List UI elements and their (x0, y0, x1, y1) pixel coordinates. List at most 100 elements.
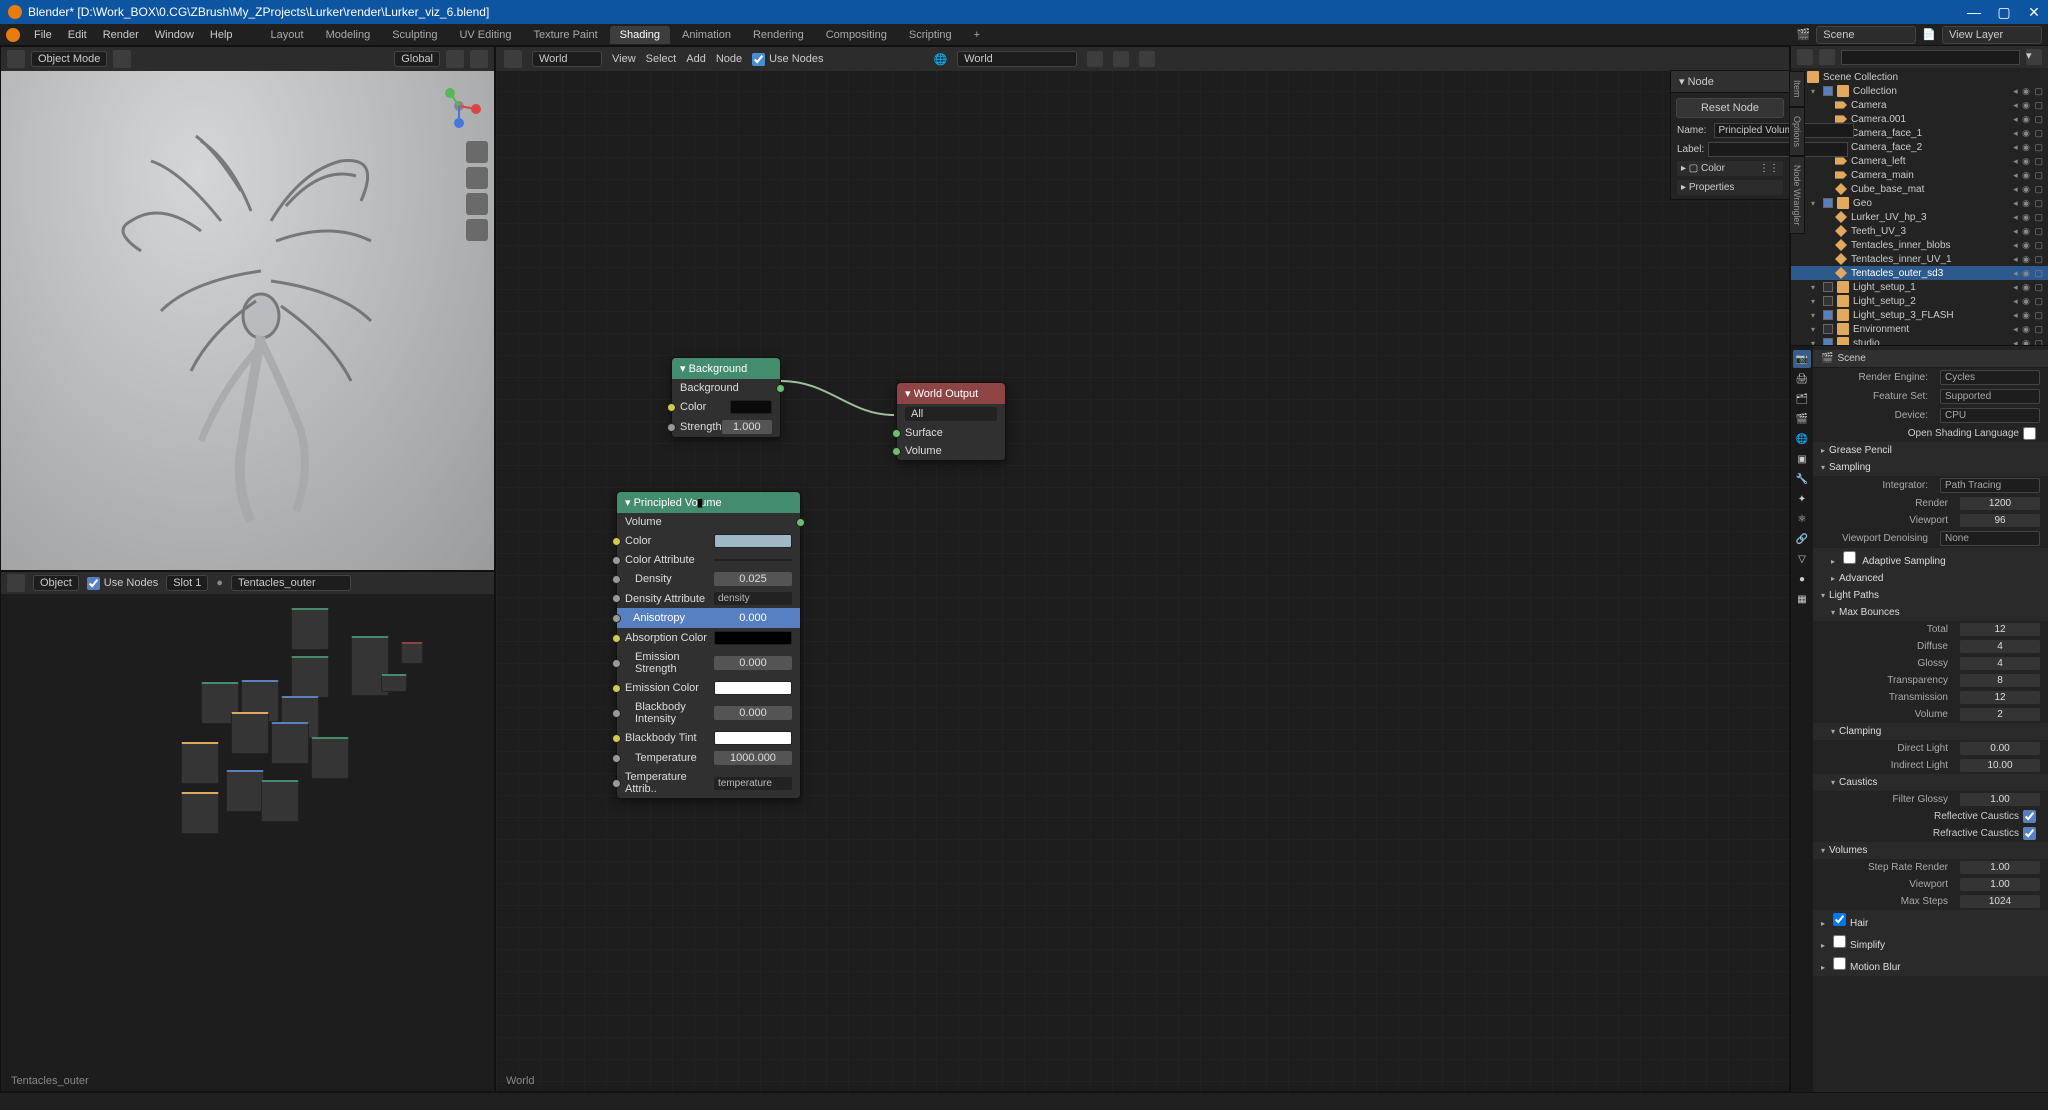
material-tab-icon[interactable]: ● (1793, 570, 1811, 588)
section-hair[interactable]: ▸Hair (1813, 910, 2048, 932)
editor-type-icon[interactable] (1797, 49, 1813, 65)
orientation-dropdown[interactable]: Global (394, 51, 440, 67)
section-clamping[interactable]: ▾Clamping (1813, 723, 2048, 740)
socket-out-icon[interactable] (776, 384, 785, 393)
shader-type-select[interactable]: World (532, 51, 602, 67)
render-tab-icon[interactable]: 📷 (1793, 350, 1811, 368)
section-light-paths[interactable]: ▾Light Paths (1813, 587, 2048, 604)
visibility-toggles[interactable]: ◂ ◉ ▢ (2013, 268, 2044, 279)
input-anisotropy[interactable]: Anisotropy 0.000 (617, 608, 800, 628)
pan-button[interactable] (466, 167, 488, 189)
display-mode-icon[interactable] (1819, 49, 1835, 65)
shader-type-select[interactable]: Object (33, 575, 79, 591)
visibility-toggles[interactable]: ◂ ◉ ▢ (2013, 142, 2044, 153)
outliner-row[interactable]: ▾Geo◂ ◉ ▢ (1791, 196, 2048, 210)
refractive-caustics-row[interactable]: Refractive Caustics (1813, 825, 2048, 842)
expand-icon[interactable]: ▾ (1811, 199, 1819, 208)
node-world-output[interactable]: ▾ World Output All Surface Volume (896, 382, 1006, 461)
clamp-direct[interactable]: 0.00 (1960, 742, 2040, 755)
menu-select[interactable]: Select (646, 53, 677, 65)
socket-icon[interactable] (612, 659, 621, 668)
section-sampling[interactable]: ▾Sampling (1813, 459, 2048, 476)
viewlayer-selector[interactable]: View Layer (1942, 26, 2042, 44)
camera-view-button[interactable] (466, 193, 488, 215)
color-swatch[interactable] (730, 400, 772, 414)
use-nodes-checkbox[interactable] (87, 577, 100, 590)
text-field[interactable]: density (714, 592, 792, 605)
node-overview[interactable] (171, 602, 451, 862)
world-tab-icon[interactable]: 🌐 (1793, 430, 1811, 448)
perspective-button[interactable] (466, 219, 488, 241)
outliner-row[interactable]: ▾studio◂ ◉ ▢ (1791, 336, 2048, 346)
node-header[interactable]: ▾ Background (672, 358, 780, 379)
filter-glossy[interactable]: 1.00 (1960, 793, 2040, 806)
node-header[interactable]: ▾ World Output (897, 383, 1005, 404)
tab-animation[interactable]: Animation (672, 26, 741, 44)
osl-row[interactable]: Open Shading Language (1813, 425, 2048, 442)
refractive-caustics-checkbox[interactable] (2023, 827, 2036, 840)
blender-icon[interactable] (6, 28, 20, 42)
menu-render[interactable]: Render (95, 26, 147, 44)
expand-icon[interactable]: ▾ (1811, 87, 1819, 96)
section-max-bounces[interactable]: ▾Max Bounces (1813, 604, 2048, 621)
reset-node-button[interactable]: Reset Node (1676, 98, 1784, 118)
node-name-input[interactable] (1714, 123, 1854, 138)
input-color[interactable]: Color (617, 531, 800, 551)
feature-set-row[interactable]: Feature Set: Supported (1813, 387, 2048, 406)
visibility-toggles[interactable]: ◂ ◉ ▢ (2013, 114, 2044, 125)
bounces-transparency[interactable]: 8 (1960, 674, 2040, 687)
input-blackbody-tint[interactable]: Blackbody Tint (617, 728, 800, 748)
object-tab-icon[interactable]: ▣ (1793, 450, 1811, 468)
slot-select[interactable]: Slot 1 (166, 575, 208, 591)
outliner-row[interactable]: ▾Light_setup_3_FLASH◂ ◉ ▢ (1791, 308, 2048, 322)
menu-file[interactable]: File (26, 26, 60, 44)
section-motion-blur[interactable]: ▸Motion Blur (1813, 954, 2048, 976)
menu-node[interactable]: Node (716, 53, 742, 65)
zoom-button[interactable] (466, 141, 488, 163)
socket-icon[interactable] (612, 754, 621, 763)
data-tab-icon[interactable]: ▽ (1793, 550, 1811, 568)
axis-gizmo-icon[interactable] (434, 81, 484, 131)
viewport-samples[interactable]: 96 (1960, 514, 2040, 527)
tab-uv-editing[interactable]: UV Editing (449, 26, 521, 44)
visibility-toggles[interactable]: ◂ ◉ ▢ (2013, 324, 2044, 335)
unlink-world-button[interactable] (1113, 51, 1129, 67)
output-tab-icon[interactable]: 🖨 (1793, 370, 1811, 388)
socket-icon[interactable] (612, 614, 621, 623)
3d-viewport[interactable]: Object Mode Global (0, 46, 495, 571)
tab-rendering[interactable]: Rendering (743, 26, 814, 44)
tab-layout[interactable]: Layout (261, 26, 314, 44)
collection-checkbox[interactable] (1823, 198, 1833, 208)
color-swatch[interactable] (714, 731, 792, 745)
color-subpanel[interactable]: ▸ ▢ Color⋮⋮ (1677, 161, 1783, 176)
outliner-row[interactable]: Tentacles_inner_blobs◂ ◉ ▢ (1791, 238, 2048, 252)
viewlayer-tab-icon[interactable]: 🗂 (1793, 390, 1811, 408)
outliner[interactable]: ▾ ▾ Scene Collection ▾Collection◂ ◉ ▢Cam… (1791, 46, 2048, 346)
node-sidebar[interactable]: ▾ Node Reset Node Name: Label: ▸ ▢ Color… (1670, 70, 1790, 200)
socket-icon[interactable] (612, 537, 621, 546)
input-absorption-color[interactable]: Absorption Color (617, 628, 800, 648)
motion-blur-checkbox[interactable] (1833, 957, 1846, 970)
render-engine-row[interactable]: Render Engine: Cycles (1813, 368, 2048, 387)
tab-add[interactable]: + (964, 26, 990, 44)
properties-subpanel[interactable]: ▸ Properties (1677, 180, 1783, 195)
socket-in-icon[interactable] (667, 403, 676, 412)
collection-checkbox[interactable] (1823, 338, 1833, 346)
input-emission-strength[interactable]: Emission Strength 0.000 (617, 648, 800, 678)
constraint-tab-icon[interactable]: 🔗 (1793, 530, 1811, 548)
osl-checkbox[interactable] (2023, 427, 2036, 440)
node-label-input[interactable] (1708, 142, 1848, 157)
socket-icon[interactable] (612, 594, 621, 603)
menu-add[interactable]: Add (686, 53, 706, 65)
section-adaptive[interactable]: ▸ Adaptive Sampling (1813, 548, 2048, 570)
minimize-button[interactable]: — (1968, 6, 1980, 18)
snap-button[interactable] (446, 50, 464, 68)
outliner-row[interactable]: Camera_main◂ ◉ ▢ (1791, 168, 2048, 182)
menu-help[interactable]: Help (202, 26, 241, 44)
input-density-attribute[interactable]: Density Attribute density (617, 589, 800, 608)
reflective-caustics-row[interactable]: Reflective Caustics (1813, 808, 2048, 825)
max-steps[interactable]: 1024 (1960, 895, 2040, 908)
expand-icon[interactable]: ▾ (1811, 283, 1819, 292)
input-color[interactable]: Color (672, 397, 780, 417)
mode-dropdown[interactable]: Object Mode (31, 51, 107, 67)
